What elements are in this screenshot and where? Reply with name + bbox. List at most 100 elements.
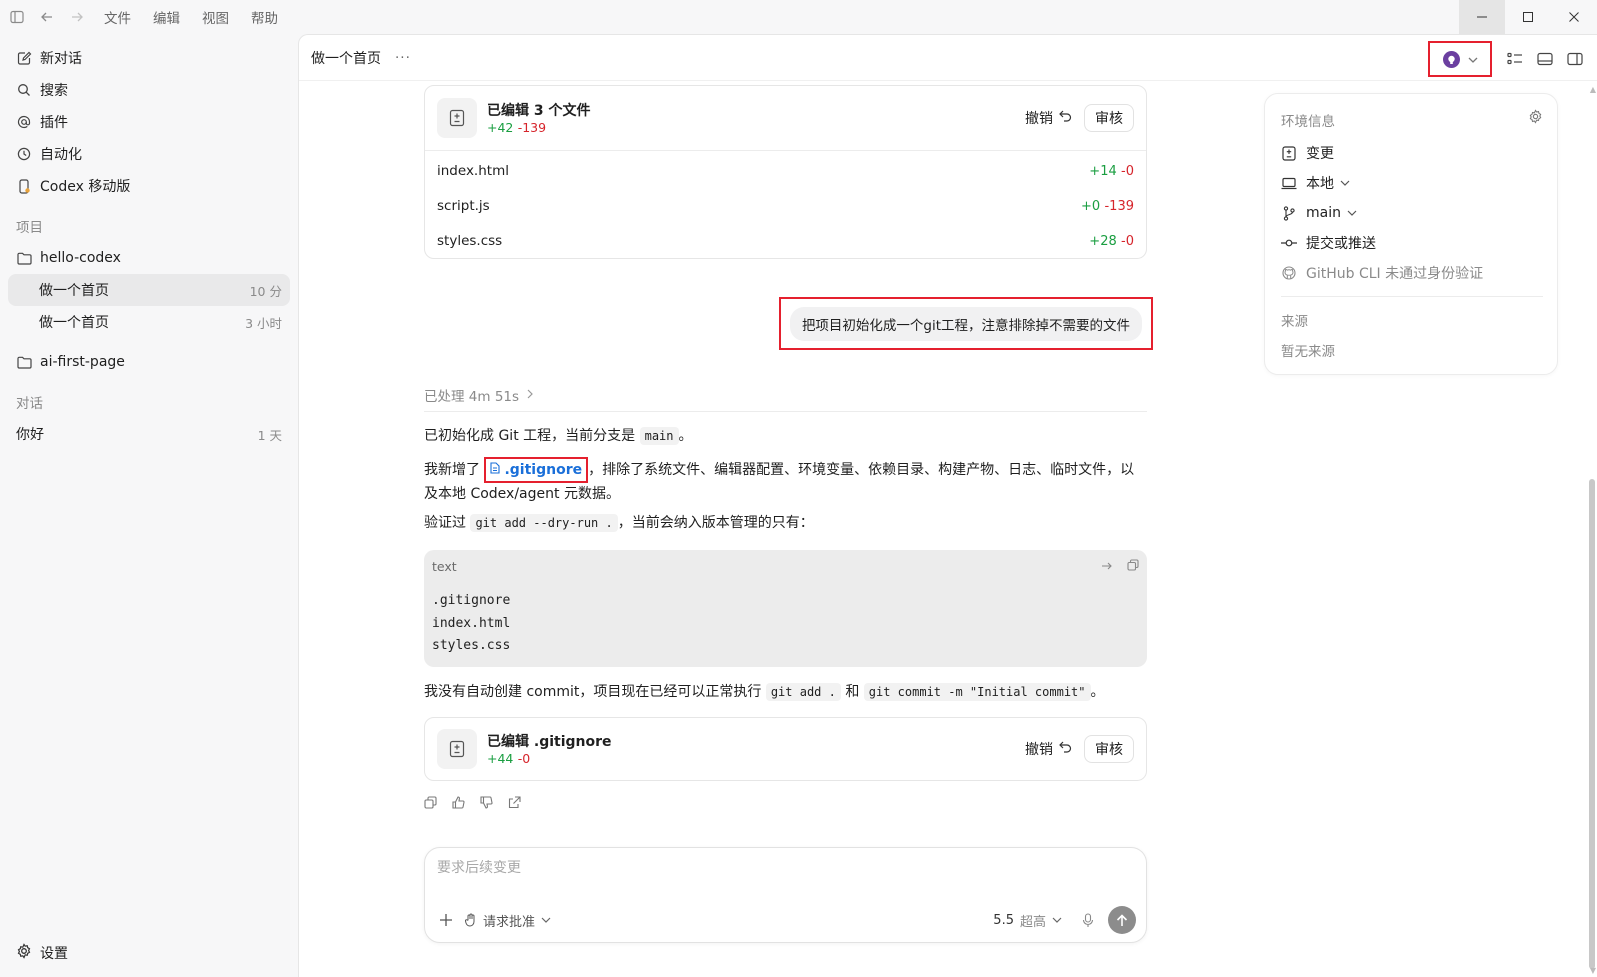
follow-up-input[interactable] — [437, 860, 1127, 876]
plus-icon[interactable] — [439, 913, 453, 927]
project-hello-codex[interactable]: hello-codex — [0, 242, 298, 274]
settings-button[interactable]: 设置 — [16, 943, 68, 963]
window-controls — [1459, 0, 1597, 34]
code-block: text .gitignore index.html styles.css — [424, 550, 1147, 667]
thumbs-down-icon[interactable] — [472, 796, 500, 809]
env-changes[interactable]: 变更 — [1281, 138, 1543, 168]
scrollbar-thumb[interactable] — [1589, 479, 1595, 969]
env-local-label: 本地 — [1306, 176, 1334, 192]
task-list-icon[interactable] — [1500, 44, 1530, 74]
edit-icon — [16, 50, 32, 66]
approval-mode-dropdown[interactable]: 请求批准 — [465, 911, 551, 930]
file-link-label: .gitignore — [504, 462, 583, 478]
at-icon — [16, 114, 32, 130]
text: 和 — [845, 684, 860, 700]
folder-icon — [16, 250, 32, 266]
terminal-panel-icon[interactable] — [1530, 44, 1560, 74]
code-line: styles.css — [432, 638, 511, 653]
new-chat-button[interactable]: 新对话 — [0, 42, 298, 74]
inline-code: git add . — [765, 683, 841, 701]
microphone-icon[interactable] — [1082, 912, 1094, 928]
gitignore-file-link[interactable]: .gitignore — [484, 457, 589, 483]
undo-button[interactable]: 撤销 — [1025, 739, 1072, 759]
thumbs-up-icon[interactable] — [444, 796, 472, 809]
env-local-dropdown[interactable]: 本地 — [1281, 168, 1543, 198]
conversation-item[interactable]: 做一个首页 3 小时 — [8, 306, 290, 338]
more-options-button[interactable]: ··· — [395, 50, 411, 66]
text: 。 — [678, 428, 693, 444]
text: 我没有自动创建 commit，项目现在已经可以正常执行 — [424, 684, 762, 700]
menu-file[interactable]: 文件 — [104, 7, 131, 27]
project-name: hello-codex — [40, 250, 121, 266]
automation-button[interactable]: 自动化 — [0, 138, 298, 170]
env-branch-dropdown[interactable]: main — [1281, 198, 1543, 228]
copy-icon[interactable] — [416, 796, 444, 809]
model-selector[interactable]: 5.5 超高 — [993, 911, 1062, 930]
scroll-up-arrow[interactable]: ▲ — [1590, 85, 1596, 94]
plugins-button[interactable]: 插件 — [0, 106, 298, 138]
conversation-item-active[interactable]: 做一个首页 10 分 — [8, 274, 290, 306]
source-label: 来源 — [1281, 314, 1308, 330]
file-row[interactable]: styles.css +28 -0 — [425, 223, 1146, 258]
inline-code: main — [639, 427, 679, 445]
chat-header: 做一个首页 ··· — [299, 35, 1597, 81]
env-commit-label: 提交或推送 — [1306, 236, 1376, 252]
env-commit-push[interactable]: 提交或推送 — [1281, 228, 1543, 258]
code-content: .gitignore index.html styles.css — [424, 582, 1147, 670]
file-row[interactable]: index.html +14 -0 — [425, 153, 1146, 188]
chevron-down-icon — [1468, 51, 1478, 67]
share-icon[interactable] — [500, 796, 528, 809]
maximize-button[interactable] — [1505, 0, 1551, 34]
close-button[interactable] — [1551, 0, 1597, 34]
undo-button[interactable]: 撤销 — [1025, 108, 1072, 128]
lines-added: +44 — [487, 751, 514, 766]
github-account-button[interactable] — [1428, 41, 1492, 77]
github-icon — [1442, 50, 1460, 68]
menu-view[interactable]: 视图 — [202, 7, 229, 27]
processed-toggle[interactable]: 已处理 4m 51s — [424, 383, 1147, 407]
project-name: ai-first-page — [40, 354, 125, 370]
mobile-button[interactable]: Codex 移动版 — [0, 170, 298, 202]
code-line: index.html — [432, 615, 511, 631]
lines-removed: -0 — [517, 751, 531, 766]
laptop-icon — [1281, 177, 1297, 190]
review-button[interactable]: 审核 — [1084, 104, 1134, 132]
conversation-time: 10 分 — [249, 283, 282, 299]
minimize-button[interactable] — [1459, 0, 1505, 34]
conversation-time: 3 小时 — [245, 315, 282, 331]
right-panel-icon[interactable] — [1560, 44, 1590, 74]
review-button[interactable]: 审核 — [1084, 735, 1134, 763]
file-row[interactable]: script.js +0 -139 — [425, 188, 1146, 223]
wrap-icon[interactable] — [1101, 559, 1113, 574]
scroll-down-arrow[interactable]: ▼ — [1590, 966, 1596, 975]
copy-icon[interactable] — [1127, 558, 1139, 574]
divider — [424, 411, 1147, 412]
sidebar-toggle-icon[interactable] — [4, 4, 30, 30]
file-added: +14 — [1089, 163, 1117, 179]
search-icon — [16, 82, 32, 98]
undo-label: 撤销 — [1025, 742, 1053, 758]
model-label: 5.5 — [993, 912, 1014, 928]
inline-code: git commit -m "Initial commit" — [863, 683, 1091, 701]
env-github-cli-status: GitHub CLI 未通过身份验证 — [1281, 258, 1543, 288]
back-arrow-icon[interactable] — [34, 4, 60, 30]
text: 已初始化成 Git 工程，当前分支是 — [424, 428, 636, 444]
send-button[interactable] — [1108, 906, 1136, 934]
user-message-highlight: 把项目初始化成一个git工程，注意排除掉不需要的文件 — [779, 297, 1153, 350]
search-button[interactable]: 搜索 — [0, 74, 298, 106]
file-name: index.html — [437, 162, 509, 179]
plugins-label: 插件 — [40, 115, 68, 131]
processed-section: 已处理 4m 51s — [424, 383, 1147, 412]
gear-icon[interactable] — [1528, 109, 1543, 128]
github-icon — [1281, 266, 1297, 280]
processed-label: 已处理 4m 51s — [424, 389, 520, 405]
undo-icon — [1059, 110, 1072, 126]
text: 我新增了 — [424, 462, 480, 478]
menu-edit[interactable]: 编辑 — [153, 7, 180, 27]
project-ai-first-page[interactable]: ai-first-page — [0, 346, 298, 378]
approval-label: 请求批准 — [483, 914, 536, 930]
diff-icon — [437, 98, 477, 138]
menu-help[interactable]: 帮助 — [251, 7, 278, 27]
chat-item[interactable]: 你好 1 天 — [0, 418, 298, 450]
forward-arrow-icon[interactable] — [64, 4, 90, 30]
